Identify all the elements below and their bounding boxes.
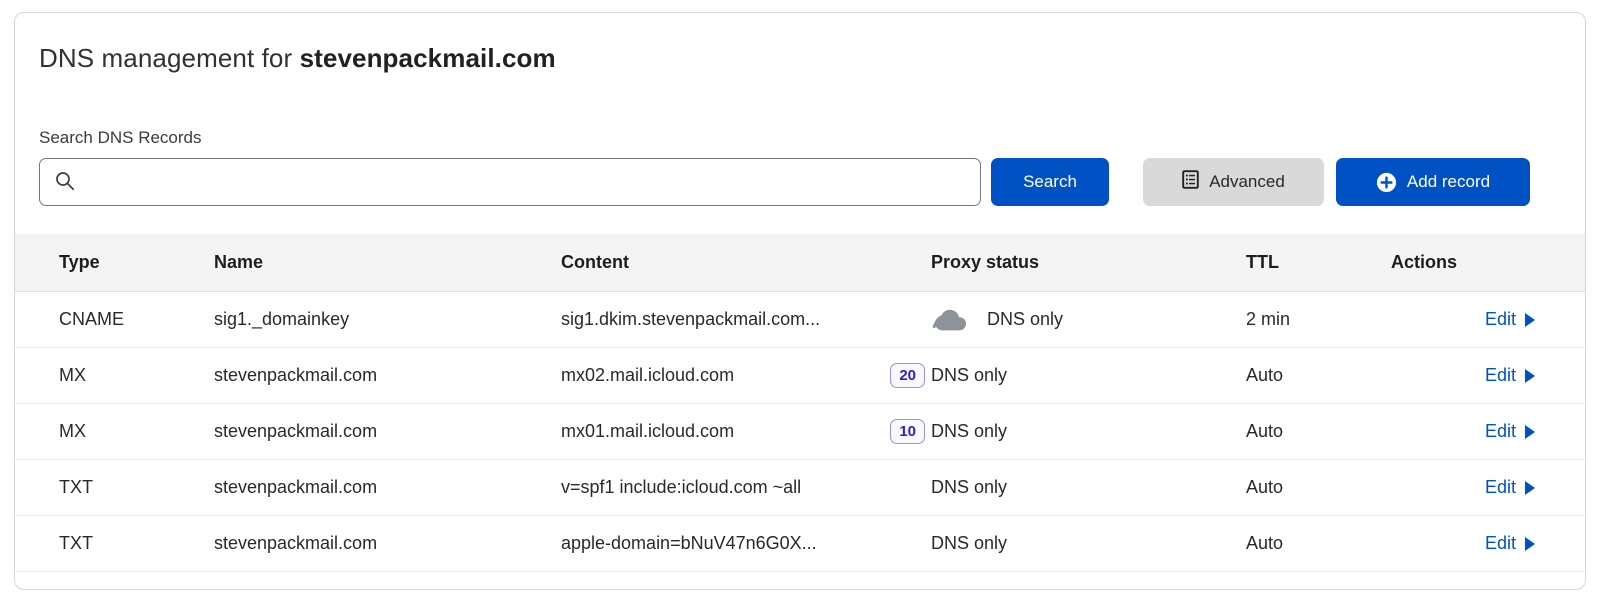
record-type: TXT [59, 477, 214, 498]
record-content: v=spf1 include:icloud.com ~all [561, 477, 801, 498]
record-content-cell: apple-domain=bNuV47n6G0X... [561, 533, 931, 554]
edit-link[interactable]: Edit [1485, 365, 1535, 386]
record-ttl: Auto [1246, 477, 1391, 498]
proxy-status: DNS only [987, 309, 1063, 330]
column-header-proxy-status: Proxy status [931, 252, 1246, 273]
search-button[interactable]: Search [991, 158, 1109, 206]
column-header-content: Content [561, 252, 931, 273]
dns-records-table: Type Name Content Proxy status TTL Actio… [15, 234, 1585, 572]
record-content: sig1.dkim.stevenpackmail.com... [561, 309, 820, 330]
edit-arrow-icon [1525, 313, 1535, 327]
record-type: MX [59, 365, 214, 386]
edit-arrow-icon [1525, 537, 1535, 551]
proxy-status: DNS only [931, 533, 1007, 554]
mx-priority-badge: 20 [890, 363, 925, 388]
edit-link-label: Edit [1485, 533, 1516, 554]
page-title-prefix: DNS management for [39, 43, 300, 73]
edit-link[interactable]: Edit [1485, 533, 1535, 554]
table-row: MX stevenpackmail.com mx01.mail.icloud.c… [15, 404, 1585, 460]
edit-link-label: Edit [1485, 309, 1516, 330]
column-header-type: Type [59, 252, 214, 273]
advanced-button-label: Advanced [1209, 172, 1285, 192]
table-row: TXT stevenpackmail.com apple-domain=bNuV… [15, 516, 1585, 572]
edit-link[interactable]: Edit [1485, 309, 1535, 330]
actions-cell: Edit [1391, 533, 1535, 554]
record-ttl: Auto [1246, 365, 1391, 386]
record-ttl: Auto [1246, 421, 1391, 442]
search-label: Search DNS Records [39, 128, 1561, 148]
proxy-status-cell: DNS only [931, 533, 1246, 554]
proxy-status-cell: DNS only [931, 477, 1246, 498]
column-header-name: Name [214, 252, 561, 273]
add-record-button[interactable]: Add record [1336, 158, 1530, 206]
page-header: DNS management for stevenpackmail.com [15, 13, 1585, 74]
record-ttl: Auto [1246, 533, 1391, 554]
column-header-actions: Actions [1391, 252, 1535, 273]
proxy-status-cell: DNS only [931, 421, 1246, 442]
plus-circle-icon [1376, 172, 1397, 193]
record-ttl: 2 min [1246, 309, 1391, 330]
advanced-list-icon [1182, 170, 1199, 194]
record-content: mx01.mail.icloud.com [561, 421, 734, 442]
add-record-button-label: Add record [1407, 172, 1490, 192]
search-button-label: Search [1023, 172, 1077, 192]
record-name: stevenpackmail.com [214, 477, 561, 498]
edit-link-label: Edit [1485, 421, 1516, 442]
proxy-status: DNS only [931, 477, 1007, 498]
table-row: MX stevenpackmail.com mx02.mail.icloud.c… [15, 348, 1585, 404]
table-header-row: Type Name Content Proxy status TTL Actio… [15, 234, 1585, 292]
record-name: sig1._domainkey [214, 309, 561, 330]
edit-arrow-icon [1525, 481, 1535, 495]
record-type: TXT [59, 533, 214, 554]
record-content: mx02.mail.icloud.com [561, 365, 734, 386]
column-header-ttl: TTL [1246, 252, 1391, 273]
edit-arrow-icon [1525, 425, 1535, 439]
record-content: apple-domain=bNuV47n6G0X... [561, 533, 817, 554]
edit-link-label: Edit [1485, 365, 1516, 386]
page-title: DNS management for stevenpackmail.com [39, 43, 1561, 74]
actions-cell: Edit [1391, 309, 1535, 330]
edit-link-label: Edit [1485, 477, 1516, 498]
advanced-button[interactable]: Advanced [1143, 158, 1324, 206]
actions-cell: Edit [1391, 477, 1535, 498]
search-box [39, 158, 981, 206]
table-row: TXT stevenpackmail.com v=spf1 include:ic… [15, 460, 1585, 516]
record-type: MX [59, 421, 214, 442]
record-content-cell: mx01.mail.icloud.com 10 [561, 419, 931, 444]
edit-link[interactable]: Edit [1485, 477, 1535, 498]
record-content-cell: sig1.dkim.stevenpackmail.com... [561, 309, 931, 330]
record-name: stevenpackmail.com [214, 421, 561, 442]
record-content-cell: v=spf1 include:icloud.com ~all [561, 477, 931, 498]
edit-link[interactable]: Edit [1485, 421, 1535, 442]
table-row: CNAME sig1._domainkey sig1.dkim.stevenpa… [15, 292, 1585, 348]
record-type: CNAME [59, 309, 214, 330]
proxy-status-cell: DNS only [931, 365, 1246, 386]
record-name: stevenpackmail.com [214, 365, 561, 386]
proxy-status: DNS only [931, 365, 1007, 386]
record-name: stevenpackmail.com [214, 533, 561, 554]
proxy-status: DNS only [931, 421, 1007, 442]
mx-priority-badge: 10 [890, 419, 925, 444]
record-content-cell: mx02.mail.icloud.com 20 [561, 363, 931, 388]
actions-cell: Edit [1391, 365, 1535, 386]
proxy-status-cell: DNS only [931, 305, 1246, 335]
search-toolbar: Search Advanced Add record [39, 158, 1530, 206]
dns-only-cloud-icon [931, 305, 973, 335]
dns-management-card: DNS management for stevenpackmail.com Se… [14, 12, 1586, 590]
domain-name: stevenpackmail.com [300, 43, 556, 73]
actions-cell: Edit [1391, 421, 1535, 442]
search-input[interactable] [39, 158, 981, 206]
edit-arrow-icon [1525, 369, 1535, 383]
